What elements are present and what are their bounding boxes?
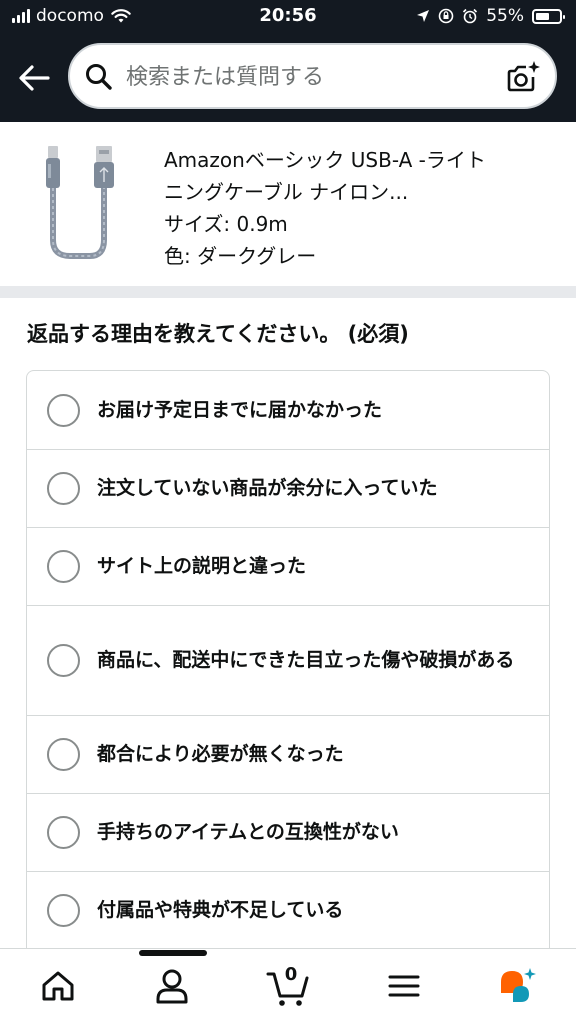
reason-label: 手持ちのアイテムとの互換性がない (97, 821, 399, 843)
reason-option[interactable]: サイト上の説明と違った (27, 528, 549, 606)
nav-account[interactable] (150, 962, 194, 1010)
product-image (46, 146, 114, 259)
reason-option[interactable]: お届け予定日までに届かなかった (27, 371, 549, 450)
orientation-lock-icon (438, 8, 454, 24)
home-indicator (139, 950, 207, 956)
product-title-line2: ニングケーブル ナイロン... (164, 180, 409, 204)
alarm-icon (463, 8, 478, 24)
reason-label: 注文していない商品が余分に入っていた (97, 477, 438, 499)
reason-option[interactable]: 都合により必要が無くなった (27, 716, 549, 794)
location-icon (417, 10, 430, 22)
reason-option[interactable]: 注文していない商品が余分に入っていた (27, 450, 549, 528)
product-color: 色: ダークグレー (164, 244, 317, 268)
ai-assistant-icon (501, 968, 536, 1002)
reason-label: 商品に、配送中にできた目立った傷や破損がある (97, 649, 515, 671)
radio-button[interactable] (47, 738, 80, 771)
reason-option[interactable]: 手持ちのアイテムとの互換性がない (27, 794, 549, 872)
reason-label: 付属品や特典が不足している (97, 899, 344, 921)
reason-label: サイト上の説明と違った (97, 555, 307, 577)
radio-button[interactable] (47, 816, 80, 849)
reason-option[interactable]: 商品に、配送中にできた目立った傷や破損がある (27, 606, 549, 716)
search-input[interactable] (126, 59, 496, 95)
nav-home[interactable] (36, 962, 80, 1010)
arrow-left-icon (19, 65, 50, 91)
nav-menu[interactable] (382, 962, 426, 1010)
return-reason-list: お届け予定日までに届かなかった 注文していない商品が余分に入っていた サイト上の… (26, 370, 550, 950)
radio-button[interactable] (47, 393, 80, 427)
back-button[interactable] (14, 60, 54, 96)
radio-button[interactable] (47, 550, 80, 583)
search-icon (86, 64, 112, 90)
nav-rufus[interactable] (496, 962, 540, 1010)
person-icon (156, 969, 188, 1004)
reason-option[interactable]: 付属品や特典が不足している (27, 872, 549, 950)
section-divider (0, 286, 576, 298)
radio-button[interactable] (47, 644, 80, 677)
radio-button[interactable] (47, 894, 80, 927)
battery-icon (532, 8, 565, 24)
battery-percent: 55% (486, 6, 524, 26)
cart-count: 0 (284, 964, 298, 985)
nav-cart[interactable]: 0 (266, 962, 310, 1010)
search-bar[interactable] (68, 43, 557, 109)
radio-button[interactable] (47, 472, 80, 505)
home-icon (42, 971, 74, 1001)
product-size: サイズ: 0.9m (164, 212, 288, 236)
status-bar: docomo 20:56 55% (0, 0, 576, 34)
app-header: docomo 20:56 55% (0, 0, 576, 122)
product-summary[interactable]: Amazonベーシック USB-A -ライト ニングケーブル ナイロン... サ… (0, 122, 576, 286)
reason-label: 都合により必要が無くなった (97, 743, 344, 765)
return-reason-question: 返品する理由を教えてください。 (必須) (27, 322, 409, 346)
menu-icon (388, 975, 420, 997)
camera-search-icon[interactable] (505, 59, 541, 95)
reason-label: お届け予定日までに届かなかった (97, 398, 383, 421)
product-title-line1: Amazonベーシック USB-A -ライト (164, 148, 486, 172)
